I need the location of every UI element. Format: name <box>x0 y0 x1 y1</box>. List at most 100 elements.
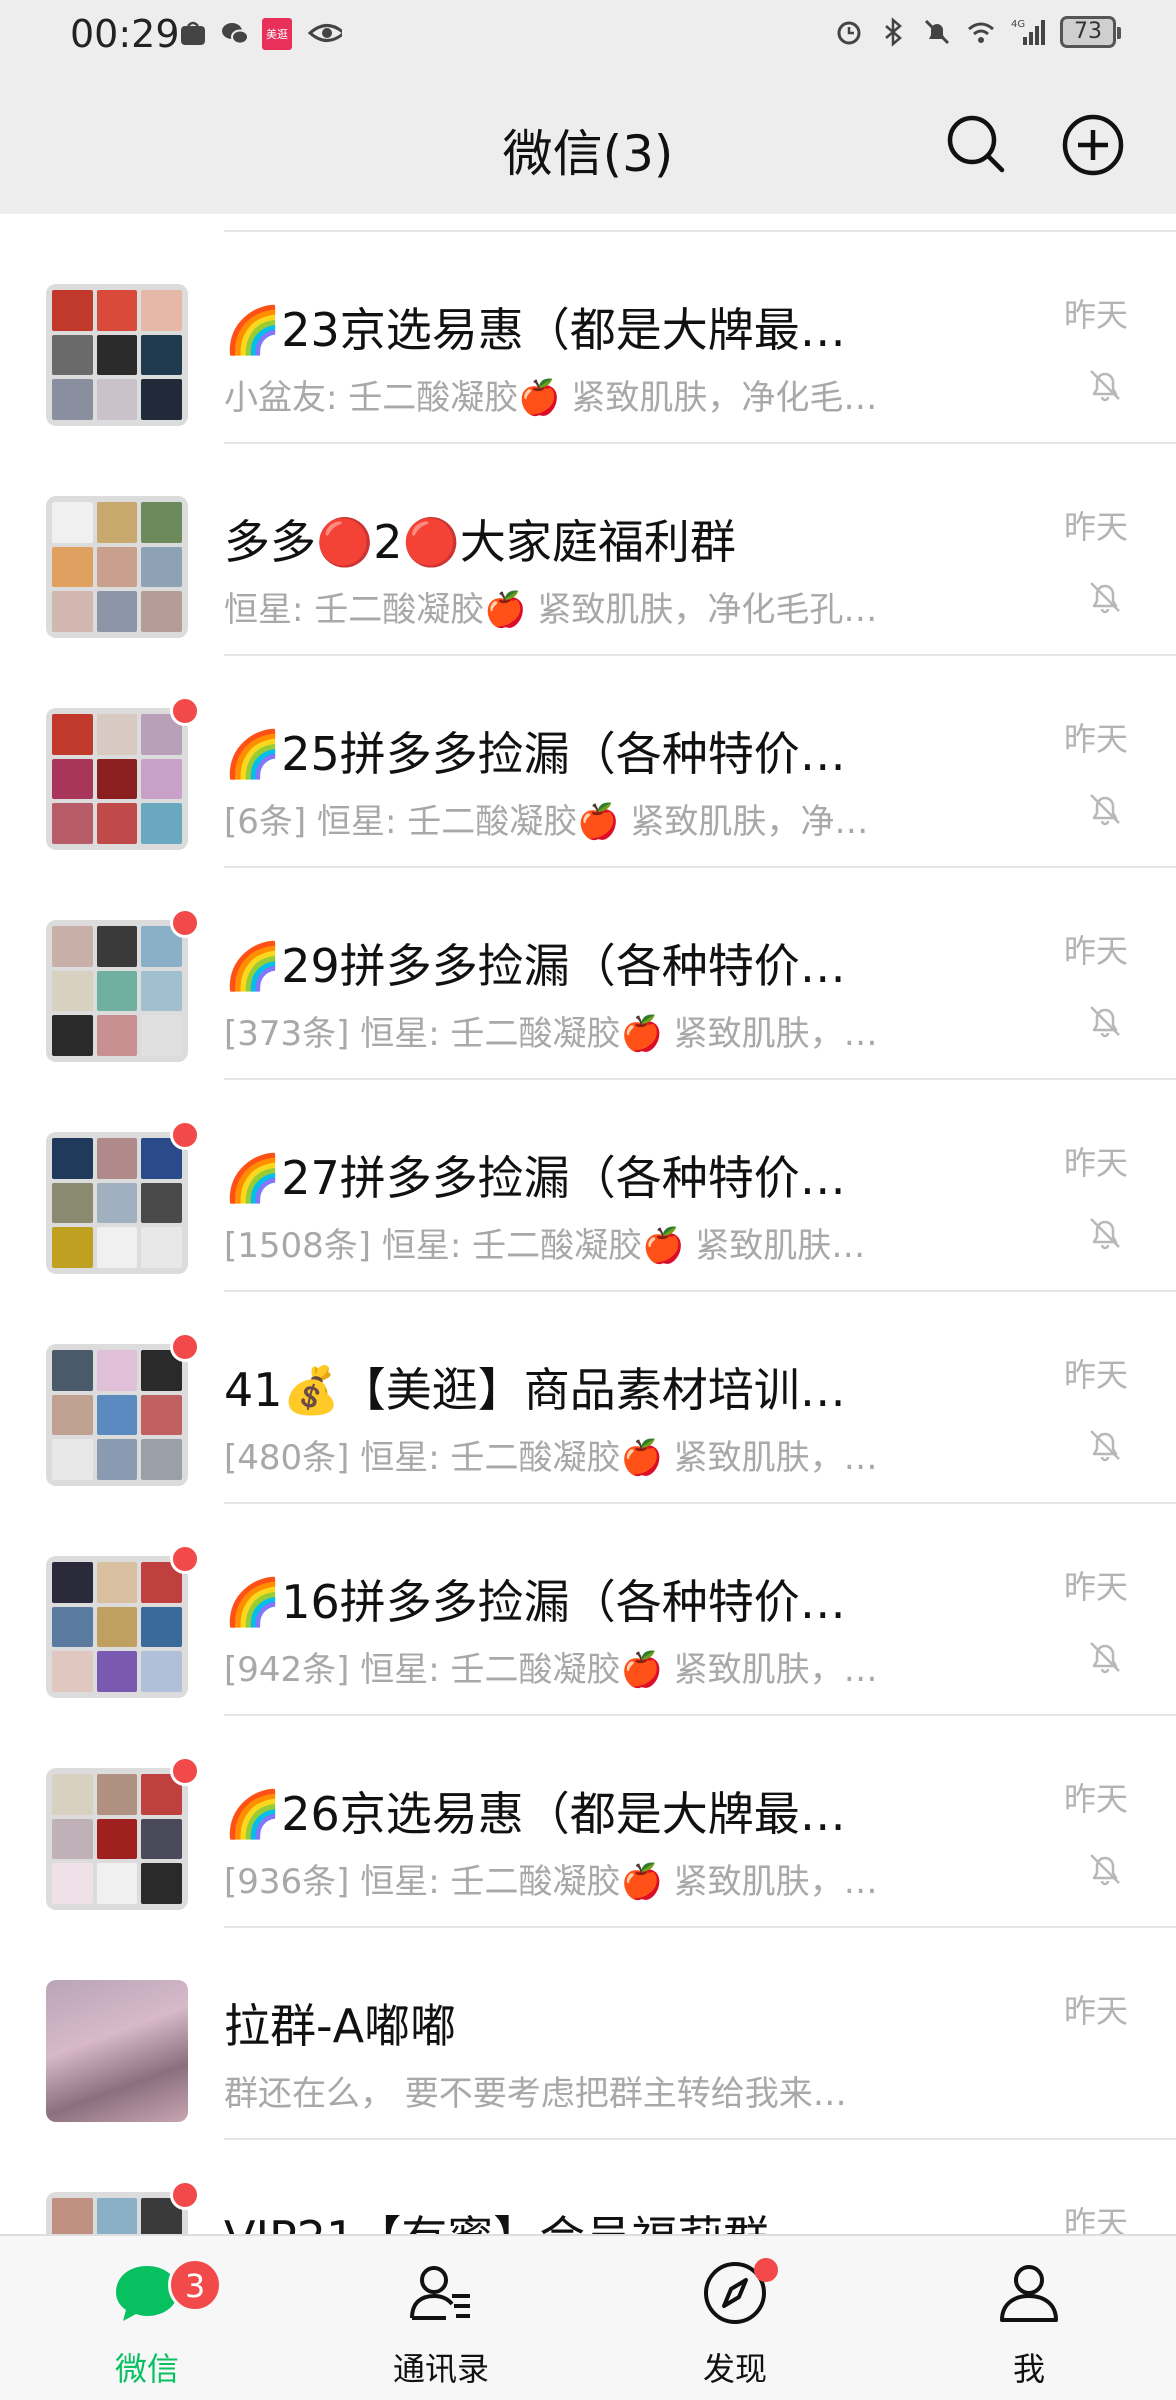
avatar-tile <box>141 1227 182 1268</box>
chat-time: 昨天 <box>1063 1144 1128 1182</box>
mute-bell-icon <box>1084 1212 1126 1254</box>
wechat-icon <box>222 23 249 45</box>
avatar-tile <box>141 1606 182 1648</box>
chat-preview: 恒星: 壬二酸凝胶🍎 紧致肌肤，净化毛孔… <box>224 590 878 630</box>
avatar-tile <box>96 1606 138 1648</box>
eye-icon <box>307 24 342 42</box>
chat-row[interactable]: VIP21【有蜜】会员福莉群… 昨天 <box>0 2140 1176 2234</box>
add-button[interactable] <box>1058 110 1128 180</box>
wifi-icon <box>968 22 994 43</box>
chat-row[interactable]: 🌈27拼多多捡漏（各种特价… [1508条] 恒星: 壬二酸凝胶🍎 紧致肌肤… 昨天 <box>0 1080 1176 1292</box>
avatar-tile <box>96 1439 138 1480</box>
chat-name: VIP21【有蜜】会员福莉群… <box>224 2202 924 2234</box>
bluetooth-icon <box>885 17 902 47</box>
unread-dot <box>170 2180 200 2210</box>
chat-avatar <box>46 2192 188 2234</box>
avatar-tile <box>52 591 93 632</box>
tab-label: 我 <box>1012 2350 1045 2388</box>
avatar-tile <box>52 502 93 543</box>
avatar-tile <box>52 1562 93 1603</box>
chat-row[interactable]: 🌈23京选易惠（都是大牌最… 小盆友: 壬二酸凝胶🍎 紧致肌肤，净化毛… 昨天 <box>0 232 1176 444</box>
avatar-tile <box>96 546 138 588</box>
avatar-tile <box>52 1774 93 1815</box>
status-bar: 00:29 美逛 4G 73 <box>0 0 1176 80</box>
search-button[interactable] <box>942 110 1012 180</box>
unread-dot <box>170 1756 200 1786</box>
avatar-tile <box>96 591 138 632</box>
avatar-tile <box>141 1863 182 1904</box>
chat-time: 昨天 <box>1063 296 1128 334</box>
avatar-tile <box>141 1651 182 1692</box>
tab-me[interactable]: 我 <box>882 2236 1176 2400</box>
chat-row[interactable]: 🌈29拼多多捡漏（各种特价… [373条] 恒星: 壬二酸凝胶🍎 紧致肌肤，… 昨天 <box>0 868 1176 1080</box>
plus-circle-icon <box>1062 114 1124 176</box>
avatar-tile <box>141 1818 182 1860</box>
avatar-tile <box>96 2198 138 2234</box>
avatar-tile <box>52 2198 93 2234</box>
tab-contacts[interactable]: 通讯录 <box>294 2236 588 2400</box>
chat-row[interactable]: 拉群-A嘟嘟 群还在么， 要不要考虑把群主转给我来… 昨天 <box>0 1928 1176 2140</box>
chat-row[interactable]: 🌈16拼多多捡漏（各种特价… [942条] 恒星: 壬二酸凝胶🍎 紧致肌肤，… 昨天 <box>0 1504 1176 1716</box>
avatar-tile <box>141 502 182 543</box>
status-left-icons: 美逛 <box>178 18 342 50</box>
avatar-tile <box>52 334 93 376</box>
chat-name: 🌈29拼多多捡漏（各种特价… <box>224 939 846 993</box>
chat-name: 🌈27拼多多捡漏（各种特价… <box>224 1151 846 1205</box>
tab-chats[interactable]: 3 微信 <box>0 2236 294 2400</box>
chat-avatar <box>46 1556 188 1698</box>
chat-time: 昨天 <box>1063 1568 1128 1606</box>
mute-bell-icon <box>924 19 950 45</box>
avatar-tile <box>52 970 93 1012</box>
chat-avatar <box>46 920 188 1062</box>
avatar-tile <box>141 591 182 632</box>
status-time: 00:29 <box>70 12 180 56</box>
chat-time: 昨天 <box>1063 720 1128 758</box>
bag-icon <box>181 21 205 45</box>
chat-avatar <box>46 1980 188 2122</box>
chat-name: 拉群-A嘟嘟 <box>224 1999 457 2053</box>
chat-preview: [6条] 恒星: 壬二酸凝胶🍎 紧致肌肤，净… <box>224 802 869 842</box>
avatar-tile <box>96 803 138 844</box>
unread-dot <box>170 908 200 938</box>
unread-dot <box>170 1332 200 1362</box>
chat-row[interactable]: 41💰【美逛】商品素材培训… [480条] 恒星: 壬二酸凝胶🍎 紧致肌肤，… 昨天 <box>0 1292 1176 1504</box>
avatar-tile <box>96 502 138 543</box>
chat-time: 昨天 <box>1063 1992 1128 2030</box>
avatar-tile <box>52 926 93 967</box>
avatar-tile <box>141 546 182 588</box>
unread-dot <box>170 1544 200 1574</box>
avatar-tile <box>141 334 182 376</box>
bottom-tab-bar: 3 微信 通讯录 发现 我 <box>0 2234 1176 2400</box>
avatar-tile <box>52 1138 93 1179</box>
avatar-tile <box>96 926 138 967</box>
chat-avatar <box>46 284 188 426</box>
tab-label: 微信 <box>114 2350 179 2388</box>
top-header: 微信(3) <box>0 80 1176 214</box>
mute-bell-icon <box>1084 576 1126 618</box>
avatar-tile <box>52 1863 93 1904</box>
avatar-tile <box>141 379 182 420</box>
avatar-tile <box>141 970 182 1012</box>
avatar-tile <box>52 758 93 800</box>
chat-name: 41💰【美逛】商品素材培训… <box>224 1363 846 1417</box>
avatar-tile <box>141 1182 182 1224</box>
avatar-tile <box>52 803 93 844</box>
chat-list[interactable]: 🌈23京选易惠（都是大牌最… 小盆友: 壬二酸凝胶🍎 紧致肌肤，净化毛… 昨天 多多🔴… <box>0 214 1176 2234</box>
unread-dot <box>170 696 200 726</box>
avatar-tile <box>52 1350 93 1391</box>
chat-time: 昨天 <box>1063 508 1128 546</box>
avatar-tile <box>96 1227 138 1268</box>
avatar-tile <box>96 1774 138 1815</box>
svg-text:4G: 4G <box>1011 19 1025 30</box>
chat-row[interactable]: 🌈25拼多多捡漏（各种特价… [6条] 恒星: 壬二酸凝胶🍎 紧致肌肤，净… 昨天 <box>0 656 1176 868</box>
chat-preview: 小盆友: 壬二酸凝胶🍎 紧致肌肤，净化毛… <box>224 378 878 418</box>
avatar-tile <box>52 379 93 420</box>
chat-row[interactable]: 多多🔴2🔴大家庭福利群 恒星: 壬二酸凝胶🍎 紧致肌肤，净化毛孔… 昨天 <box>0 444 1176 656</box>
chat-row[interactable]: 🌈26京选易惠（都是大牌最… [936条] 恒星: 壬二酸凝胶🍎 紧致肌肤，… 昨天 <box>0 1716 1176 1928</box>
chat-avatar <box>46 1344 188 1486</box>
chat-preview: [373条] 恒星: 壬二酸凝胶🍎 紧致肌肤，… <box>224 1014 878 1054</box>
tab-discover[interactable]: 发现 <box>588 2236 882 2400</box>
chat-avatar <box>46 1132 188 1274</box>
mute-bell-icon <box>1084 1424 1126 1466</box>
mute-bell-icon <box>1084 1636 1126 1678</box>
